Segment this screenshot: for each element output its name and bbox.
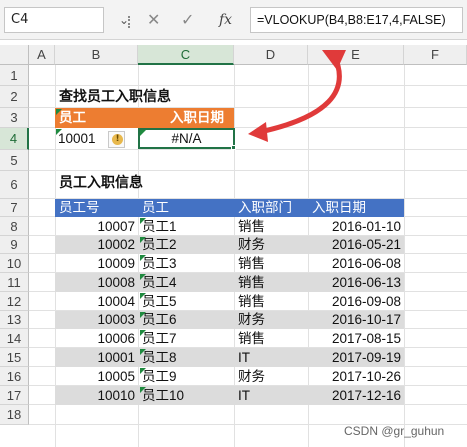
- arrowhead-left: [248, 122, 268, 142]
- arrowhead-up: [322, 50, 346, 70]
- watermark: CSDN @gr_guhun: [344, 424, 445, 438]
- annotation-arrow: [248, 50, 346, 142]
